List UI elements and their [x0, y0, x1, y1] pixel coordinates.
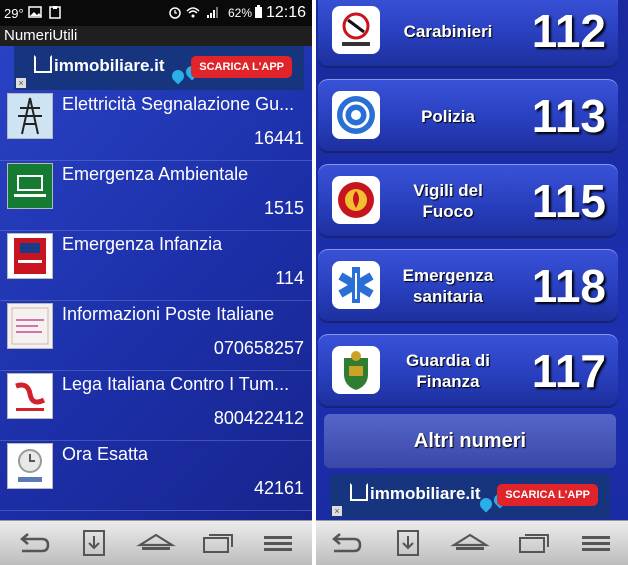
ad-banner[interactable]: immobiliare.it SCARICA L'APP ×	[14, 46, 304, 90]
clipboard-icon	[49, 6, 61, 19]
ad-download-button[interactable]: SCARICA L'APP	[497, 484, 598, 506]
list-item-name: Ora Esatta	[62, 444, 149, 464]
ad-download-button[interactable]: SCARICA L'APP	[191, 56, 292, 78]
polizia-icon	[332, 91, 380, 139]
ad-brand: immobiliare.it	[350, 483, 481, 504]
menu-icon[interactable]	[258, 529, 298, 557]
ad-close-icon[interactable]: ×	[16, 78, 26, 88]
list-item[interactable]: Elettricità Segnalazione Gu... 16441	[0, 90, 312, 161]
list-item-name: Elettricità Segnalazione Gu...	[62, 94, 295, 114]
house-icon	[34, 55, 52, 73]
list-item-name: Emergenza Ambientale	[62, 164, 249, 184]
map-pin-icon	[169, 67, 187, 85]
temperature-text: 29°	[4, 6, 24, 21]
status-bar: 29° 62% 12:16	[0, 0, 312, 26]
list-item[interactable]: Lega Italiana Contro I Tum... 800422412	[0, 370, 312, 441]
vigili-del-fuoco-label: Vigili del Fuoco	[413, 181, 483, 221]
list-item-number: 800422412	[213, 408, 304, 428]
back-icon[interactable]	[326, 529, 366, 557]
list-item-name: Informazioni Poste Italiane	[62, 304, 275, 324]
recent-apps-icon[interactable]	[514, 529, 554, 557]
list-item-number: 114	[275, 268, 304, 288]
emergenza-sanitaria-label: Emergenza sanitaria	[402, 266, 494, 306]
ad-brand-text: immobiliare.it	[370, 484, 481, 503]
poste-italiane-icon	[7, 303, 53, 349]
image-icon	[28, 6, 42, 18]
list-item-number: 16441	[253, 128, 304, 148]
guardia-di-finanza-label: Guardia di Finanza	[405, 351, 491, 391]
menu-icon[interactable]	[576, 529, 616, 557]
clock-text: 12:16	[266, 4, 307, 21]
list-item[interactable]: Informazioni Poste Italiane 070658257	[0, 300, 312, 371]
list-item-number: 1515	[263, 198, 304, 218]
navigation-bar	[0, 520, 312, 565]
signal-icon	[207, 7, 218, 18]
polizia-button[interactable]: Polizia 113	[318, 79, 618, 153]
left-screen: 29° 62% 12:16 NumeriUtili immobiliare.it…	[0, 0, 312, 565]
child-emergency-114-icon	[7, 233, 53, 279]
ad-banner[interactable]: immobiliare.it SCARICA L'APP ×	[330, 474, 610, 518]
list-item-number: 070658257	[213, 338, 304, 358]
recent-apps-icon[interactable]	[198, 529, 238, 557]
list-item[interactable]: Emergenza Infanzia 114	[0, 230, 312, 301]
lilt-logo-icon	[7, 373, 53, 419]
house-icon	[350, 483, 368, 501]
download-icon[interactable]	[74, 529, 114, 557]
clock-42161-icon	[7, 443, 53, 489]
back-icon[interactable]	[14, 529, 54, 557]
altri-numeri-button[interactable]: Altri numeri	[324, 414, 616, 468]
polizia-number: 113	[531, 90, 606, 142]
power-pylon-icon	[7, 93, 53, 139]
list-item-name: Emergenza Infanzia	[62, 234, 223, 254]
list-item[interactable]: Emergenza Ambientale 1515	[0, 160, 312, 231]
star-of-life-icon	[332, 261, 380, 309]
carabinieri-number: 112	[531, 5, 606, 57]
wifi-icon	[186, 7, 200, 18]
home-icon[interactable]	[450, 529, 490, 557]
home-icon[interactable]	[136, 529, 176, 557]
vigili-del-fuoco-icon	[332, 176, 380, 224]
carabinieri-button[interactable]: Carabinieri 112	[318, 0, 618, 68]
app-title: NumeriUtili	[4, 27, 78, 44]
forestry-1515-icon	[7, 163, 53, 209]
guardia-di-finanza-number: 117	[531, 345, 606, 397]
download-icon[interactable]	[388, 529, 428, 557]
ad-brand: immobiliare.it	[34, 55, 165, 76]
polizia-label: Polizia	[421, 106, 475, 126]
guardia-di-finanza-button[interactable]: Guardia di Finanza 117	[318, 334, 618, 408]
emergenza-sanitaria-number: 118	[531, 260, 606, 312]
vigili-del-fuoco-button[interactable]: Vigili del Fuoco 115	[318, 164, 618, 238]
list-item-number: 42161	[253, 478, 304, 498]
emergenza-sanitaria-button[interactable]: Emergenza sanitaria 118	[318, 249, 618, 323]
ad-close-icon[interactable]: ×	[332, 506, 342, 516]
guardia-di-finanza-icon	[332, 346, 380, 394]
app-bar: NumeriUtili	[0, 26, 312, 46]
list-item-name: Lega Italiana Contro I Tum...	[62, 374, 290, 394]
vigili-del-fuoco-number: 115	[531, 175, 606, 227]
battery-text: 62%	[228, 6, 253, 20]
carabinieri-icon	[332, 6, 380, 54]
list-item[interactable]: Ora Esatta 42161	[0, 440, 312, 511]
right-screen: Carabinieri 112 Polizia 113 Vigili del F…	[316, 0, 628, 565]
ad-brand-text: immobiliare.it	[54, 56, 165, 75]
battery-icon	[255, 5, 262, 18]
carabinieri-label: Carabinieri	[403, 21, 493, 41]
navigation-bar	[316, 520, 628, 565]
alarm-icon	[169, 7, 181, 19]
